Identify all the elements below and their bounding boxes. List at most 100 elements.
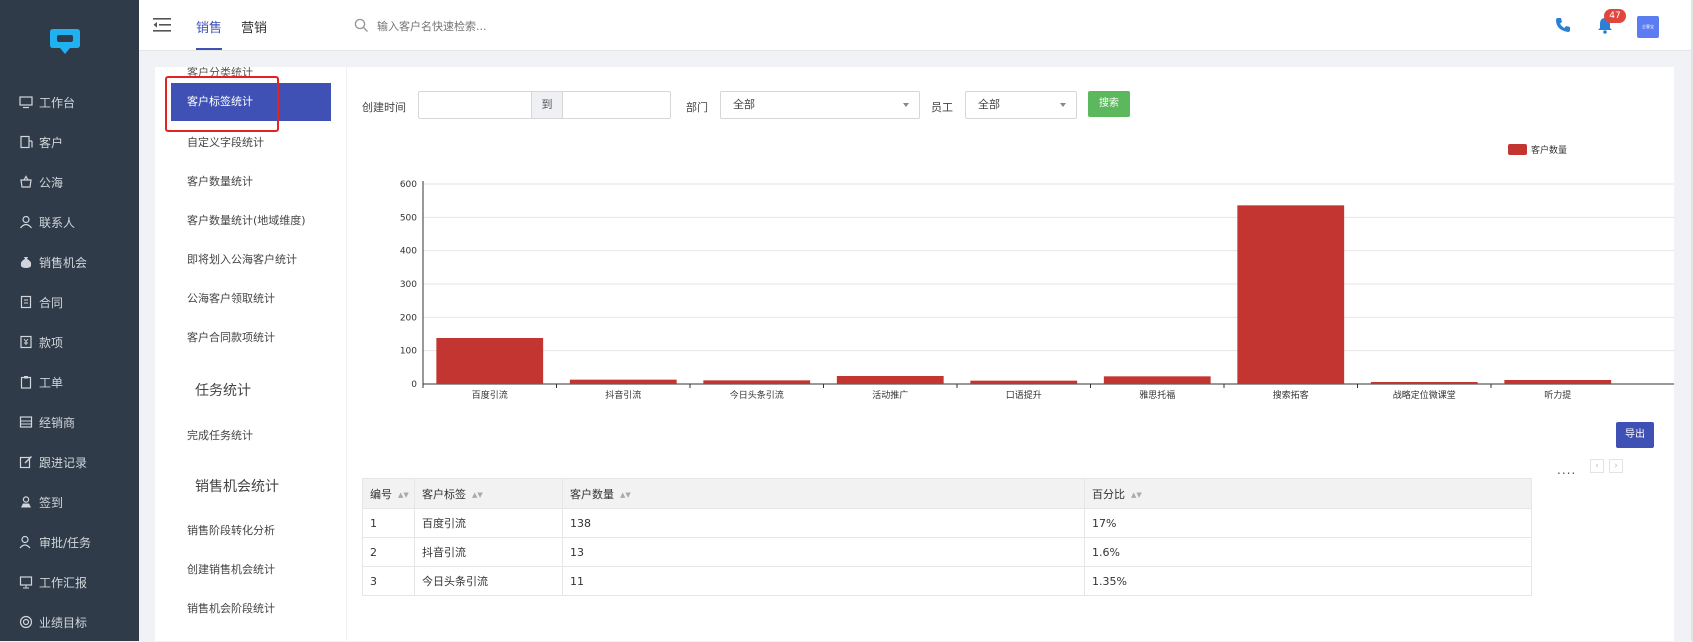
tab-sales[interactable]: 销售 (196, 17, 222, 36)
column-header-count[interactable]: 客户数量 ▲▼ (562, 478, 1085, 509)
task-stats-heading: 任务统计 (195, 383, 251, 399)
chart-bar (1504, 380, 1612, 384)
submenu-item[interactable]: 自定义字段统计 (187, 134, 264, 150)
x-tick-label: 今日头条引流 (730, 389, 784, 401)
chevron-right-icon[interactable]: › (1609, 459, 1623, 473)
search-icon (354, 18, 368, 32)
phone-icon[interactable] (1555, 17, 1571, 33)
cell-count: 13 (562, 537, 1085, 567)
nav-item[interactable]: 客户 (0, 122, 139, 162)
chart-bar (1103, 376, 1211, 384)
y-tick-label: 200 (400, 313, 417, 323)
sort-icon: ▲▼ (472, 490, 483, 499)
chevron-left-icon[interactable]: ‹ (1590, 459, 1604, 473)
cell-tag: 百度引流 (414, 508, 563, 538)
nav-item[interactable]: 签到 (0, 482, 139, 522)
y-tick-label: 0 (411, 380, 417, 390)
opportunity-stats-heading: 销售机会统计 (195, 479, 279, 495)
person-icon (18, 214, 34, 230)
nav-item[interactable]: 工单 (0, 362, 139, 402)
nav-item-label: 销售机会 (39, 255, 88, 270)
nav-item-label: 工作汇报 (39, 575, 88, 590)
x-tick-label: 百度引流 (472, 389, 508, 401)
cell-tag: 抖音引流 (414, 537, 563, 567)
sort-icon: ▲▼ (620, 490, 631, 499)
bar-chart: 0 100 200 300 400 500 600 百度引流 抖音引流 今日头条引流 活动推广 口语提… (400, 180, 1674, 401)
location-icon (18, 494, 34, 510)
nav-item-label: 工单 (39, 375, 64, 390)
nav-item[interactable]: 经销商 (0, 402, 139, 442)
table-row: 3 今日头条引流 11 1.35% (362, 566, 1532, 596)
x-tick-label: 活动推广 (872, 389, 908, 401)
nav-item-label: 经销商 (39, 415, 76, 430)
submenu-item[interactable]: 公海客户领取统计 (187, 290, 275, 306)
nav-item-label: 客户 (39, 135, 64, 150)
x-tick-label: 听力提 (1544, 389, 1571, 401)
red-highlight-box (165, 76, 279, 132)
left-navigation: 工作台客户公海联系人销售机会合同 款项工单经销商跟进记录签到审批/任务工作汇报业绩… (0, 0, 139, 641)
submenu-item[interactable]: 销售阶段转化分析 (187, 522, 275, 538)
edit-icon (18, 454, 34, 470)
submenu-item[interactable]: 销售机会阶段统计 (187, 600, 275, 616)
y-tick-label: 400 (400, 247, 417, 257)
nav-item[interactable]: 合同 (0, 282, 139, 322)
y-tick-label: 600 (400, 180, 417, 190)
chart-bar (569, 379, 677, 384)
main-content: 创建时间 到 部门 全部 员工 全部 搜索 客户数量 0 100 200 300 400… (347, 67, 1674, 641)
column-header-percent[interactable]: 百分比 ▲▼ (1084, 478, 1532, 509)
cell-tag: 今日头条引流 (414, 566, 563, 596)
nav-item[interactable]: 款项 (0, 322, 139, 362)
column-header-number[interactable]: 编号 ▲▼ (362, 478, 415, 509)
chart-bar (1370, 382, 1478, 384)
nav-item[interactable]: 审批/任务 (0, 522, 139, 562)
tab-marketing[interactable]: 营销 (241, 17, 267, 36)
submenu-item[interactable]: 客户数量统计 (187, 173, 253, 189)
cell-percent: 1.35% (1084, 566, 1532, 596)
building-icon (18, 134, 34, 150)
cell-count: 138 (562, 508, 1085, 538)
cell-percent: 1.6% (1084, 537, 1532, 567)
y-tick-label: 500 (400, 213, 417, 223)
nav-item-label: 联系人 (39, 215, 76, 230)
x-tick-label: 口语提升 (1006, 390, 1042, 401)
submenu-item[interactable]: 客户数量统计(地域维度) (187, 212, 306, 228)
nav-item[interactable]: 联系人 (0, 202, 139, 242)
nav-item-label: 业绩目标 (39, 615, 88, 630)
submenu-item[interactable]: 即将划入公海客户统计 (187, 251, 297, 267)
x-tick-label: 搜索拓客 (1273, 389, 1309, 401)
chart-bar (436, 338, 544, 384)
report-icon (18, 574, 34, 590)
column-header-tag[interactable]: 客户标签 ▲▼ (414, 478, 563, 509)
menu-collapse-icon[interactable] (153, 17, 171, 33)
nav-item[interactable]: 跟进记录 (0, 442, 139, 482)
chart-bar (836, 376, 944, 384)
top-header: 销售 营销 47 企客宝 (139, 0, 1693, 51)
user-avatar[interactable]: 企客宝 (1637, 16, 1659, 38)
submenu-item[interactable]: 创建销售机会统计 (187, 561, 275, 577)
y-tick-label: 300 (400, 280, 417, 290)
submenu-item[interactable]: 客户合同款项统计 (187, 329, 275, 345)
payment-icon (18, 334, 34, 350)
nav-item[interactable]: 工作汇报 (0, 562, 139, 602)
moneybag-icon (18, 254, 34, 270)
nav-item-label: 跟进记录 (39, 455, 88, 470)
sort-icon: ▲▼ (398, 490, 409, 499)
customer-tag-table: 编号 ▲▼ 客户标签 ▲▼ 客户数量 ▲▼ 百分比 ▲▼ 1 百度引流 138 17% … (362, 478, 1532, 596)
export-button[interactable]: 导出 (1616, 422, 1654, 448)
app-logo[interactable] (48, 26, 82, 56)
nav-item[interactable]: 公海 (0, 162, 139, 202)
nav-item-label: 工作台 (39, 95, 76, 110)
active-tab-underline (196, 48, 222, 50)
x-tick-label: 雅思托福 (1139, 389, 1175, 401)
nav-item[interactable]: 销售机会 (0, 242, 139, 282)
chart-bar (1237, 205, 1345, 384)
customer-search-input[interactable] (377, 14, 637, 38)
nav-item-label: 公海 (39, 175, 64, 190)
nav-item[interactable]: 业绩目标 (0, 602, 139, 642)
nav-item-label: 审批/任务 (39, 535, 92, 550)
monitor-icon (18, 94, 34, 110)
statistics-submenu: 客户分类统计 客户标签统计 自定义字段统计 客户数量统计 客户数量统计(地域维度… (155, 67, 346, 641)
submenu-item[interactable]: 完成任务统计 (187, 427, 253, 443)
nav-item[interactable]: 工作台 (0, 82, 139, 122)
notification-badge: 47 (1604, 9, 1626, 23)
